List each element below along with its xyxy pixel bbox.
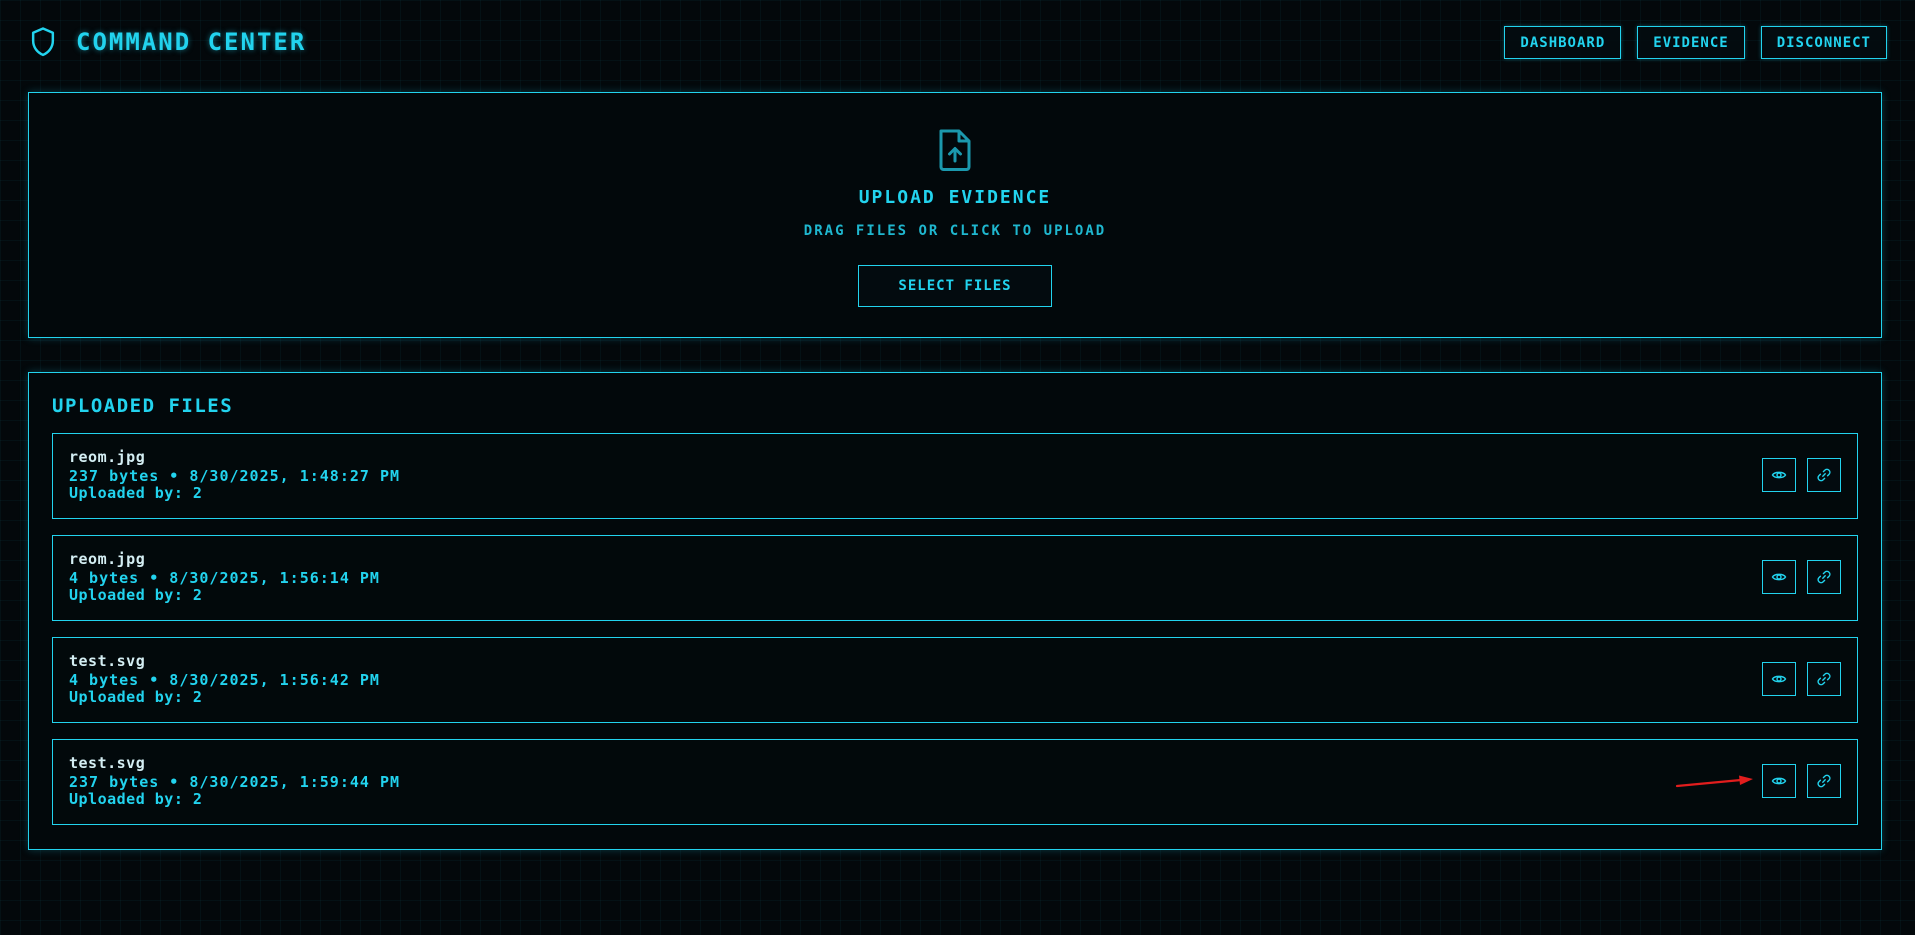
link-icon	[1817, 468, 1831, 482]
upload-dropzone[interactable]: UPLOAD EVIDENCE DRAG FILES OR CLICK TO U…	[28, 92, 1882, 338]
file-name: test.svg	[69, 754, 146, 772]
copy-link-button[interactable]	[1807, 764, 1841, 798]
dashboard-button[interactable]: DASHBOARD	[1504, 26, 1622, 59]
view-file-button[interactable]	[1762, 560, 1796, 594]
copy-link-button[interactable]	[1807, 662, 1841, 696]
copy-link-button[interactable]	[1807, 458, 1841, 492]
file-row: test.svg 237 bytes • 8/30/2025, 1:59:44 …	[52, 739, 1858, 825]
link-icon	[1817, 672, 1831, 686]
file-name: reom.jpg	[69, 550, 146, 568]
link-icon	[1817, 774, 1831, 788]
eye-icon	[1771, 675, 1787, 683]
link-icon	[1817, 570, 1831, 584]
file-name: test.svg	[69, 652, 146, 670]
file-upload-icon	[935, 127, 975, 173]
evidence-button[interactable]: EVIDENCE	[1637, 26, 1745, 59]
row-actions	[1762, 662, 1841, 696]
row-actions	[1762, 764, 1841, 798]
file-meta: 237 bytes • 8/30/2025, 1:48:27 PM	[69, 467, 401, 485]
upload-subtitle: DRAG FILES OR CLICK TO UPLOAD	[803, 223, 1107, 239]
shield-icon	[28, 26, 58, 58]
file-name: reom.jpg	[69, 448, 146, 466]
file-uploader: Uploaded by: 2	[69, 586, 203, 604]
select-files-button[interactable]: SELECT FILES	[858, 265, 1052, 307]
disconnect-button[interactable]: DISCONNECT	[1760, 26, 1887, 59]
uploaded-files-panel: UPLOADED FILES reom.jpg 237 bytes • 8/30…	[28, 372, 1882, 850]
view-file-button[interactable]	[1762, 662, 1796, 696]
file-uploader: Uploaded by: 2	[69, 790, 203, 808]
brand: COMMAND CENTER	[28, 26, 306, 58]
eye-icon	[1771, 777, 1787, 785]
eye-icon	[1771, 471, 1787, 479]
file-meta: 4 bytes • 8/30/2025, 1:56:42 PM	[69, 671, 380, 689]
app-header: COMMAND CENTER DASHBOARD EVIDENCE DISCON…	[28, 22, 1887, 64]
view-file-button[interactable]	[1762, 458, 1796, 492]
eye-icon	[1771, 573, 1787, 581]
row-actions	[1762, 560, 1841, 594]
row-actions	[1762, 458, 1841, 492]
file-row: reom.jpg 237 bytes • 8/30/2025, 1:48:27 …	[52, 433, 1858, 519]
file-meta: 237 bytes • 8/30/2025, 1:59:44 PM	[69, 773, 401, 791]
file-row: reom.jpg 4 bytes • 8/30/2025, 1:56:14 PM…	[52, 535, 1858, 621]
file-row: test.svg 4 bytes • 8/30/2025, 1:56:42 PM…	[52, 637, 1858, 723]
file-uploader: Uploaded by: 2	[69, 484, 203, 502]
upload-title: UPLOAD EVIDENCE	[858, 187, 1052, 208]
app-title: COMMAND CENTER	[76, 28, 307, 56]
view-file-button[interactable]	[1762, 764, 1796, 798]
file-uploader: Uploaded by: 2	[69, 688, 203, 706]
uploaded-files-title: UPLOADED FILES	[52, 395, 234, 417]
top-nav: DASHBOARD EVIDENCE DISCONNECT	[1504, 26, 1887, 59]
copy-link-button[interactable]	[1807, 560, 1841, 594]
file-meta: 4 bytes • 8/30/2025, 1:56:14 PM	[69, 569, 380, 587]
